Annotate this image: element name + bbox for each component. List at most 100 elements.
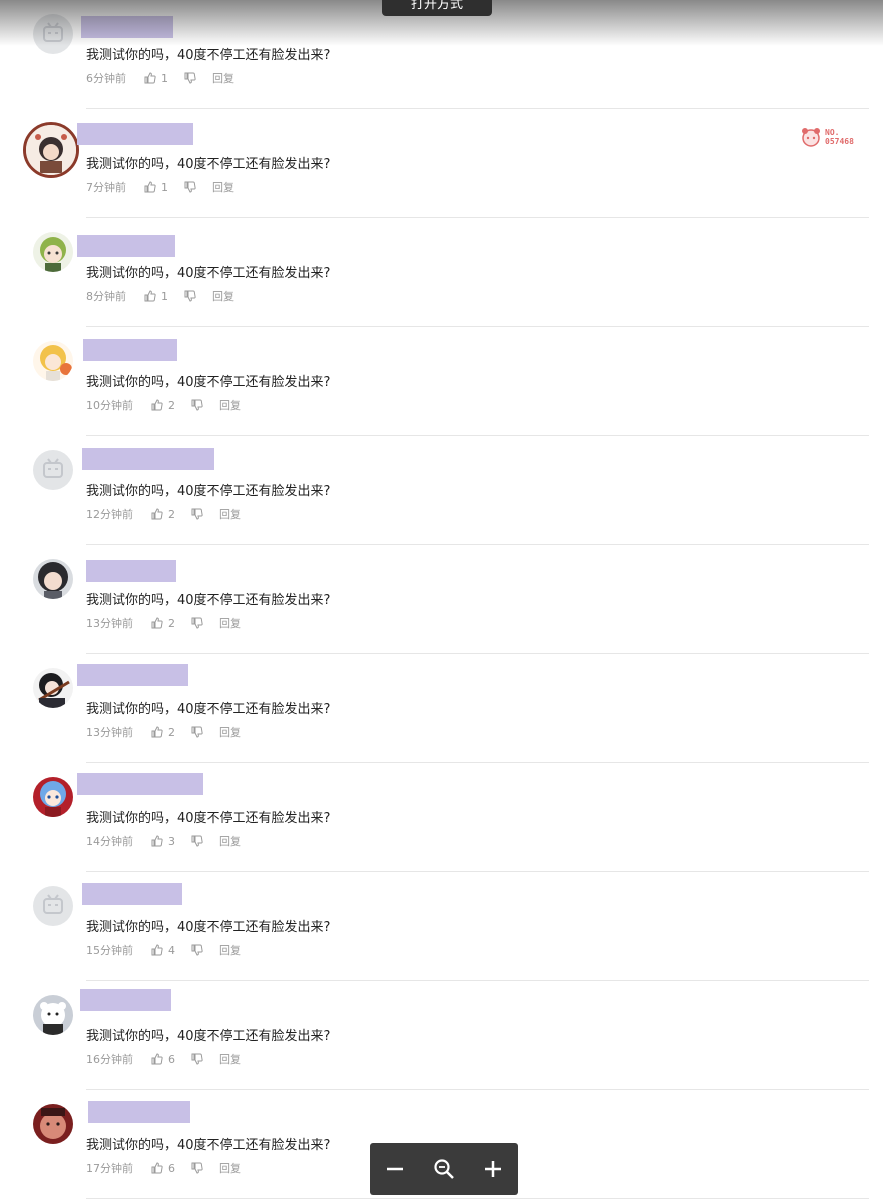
avatar[interactable] <box>23 122 79 178</box>
avatar[interactable] <box>33 232 73 272</box>
snow-bear-avatar-icon <box>33 995 73 1035</box>
plus-icon <box>485 1161 502 1177</box>
comment-time: 12分钟前 <box>86 508 133 521</box>
comment-time: 14分钟前 <box>86 835 133 848</box>
comment-text: 我测试你的吗，40度不停工还有脸发出来? <box>86 920 331 935</box>
reply-button[interactable]: 回复 <box>219 1160 241 1176</box>
dislike-button[interactable] <box>191 835 203 847</box>
dislike-button[interactable] <box>191 508 203 520</box>
username-redacted[interactable] <box>88 1101 190 1123</box>
reply-button[interactable]: 回复 <box>219 942 241 958</box>
thumbs-down-icon <box>184 290 196 302</box>
thumbs-up-icon <box>144 290 156 302</box>
comment-time: 13分钟前 <box>86 617 133 630</box>
thumbs-up-icon <box>144 72 156 84</box>
fan-badge-icon <box>802 128 820 147</box>
comment-time: 7分钟前 <box>86 181 126 194</box>
thumbs-down-icon <box>191 835 203 847</box>
comment-time: 10分钟前 <box>86 399 133 412</box>
dislike-button[interactable] <box>184 72 196 84</box>
comment-text: 我测试你的吗，40度不停工还有脸发出来? <box>86 375 331 390</box>
username-redacted[interactable] <box>82 883 182 905</box>
dislike-button[interactable] <box>184 290 196 302</box>
like-button[interactable]: 2 <box>151 399 175 412</box>
comment-item: NO. 057468 我测试你的吗，40度不停工还有脸发出来? 7分钟前 1 回… <box>0 109 883 218</box>
open-with-button[interactable]: 打开方式 <box>382 0 492 16</box>
dislike-button[interactable] <box>191 944 203 956</box>
zoom-in-button[interactable] <box>475 1151 511 1187</box>
dislike-button[interactable] <box>184 181 196 193</box>
avatar[interactable] <box>33 777 73 817</box>
badge-number: 057468 <box>825 137 854 146</box>
avatar[interactable] <box>33 341 73 381</box>
framed-girl-avatar-icon <box>26 125 76 175</box>
thumbs-up-icon <box>151 1053 163 1065</box>
comment-item: 我测试你的吗，40度不停工还有脸发出来? 14分钟前 3 回复 <box>0 763 883 872</box>
username-redacted[interactable] <box>80 989 171 1011</box>
thumbs-down-icon <box>191 399 203 411</box>
like-button[interactable]: 1 <box>144 290 168 303</box>
like-count: 2 <box>168 398 175 412</box>
username-redacted[interactable] <box>86 560 176 582</box>
comment-meta: 6分钟前 1 回复 <box>86 70 234 86</box>
reply-button[interactable]: 回复 <box>219 833 241 849</box>
avatar[interactable] <box>33 668 73 708</box>
comment-item: 我测试你的吗，40度不停工还有脸发出来? 8分钟前 1 回复 <box>0 218 883 327</box>
username-redacted[interactable] <box>77 664 188 686</box>
comment-text: 我测试你的吗，40度不停工还有脸发出来? <box>86 1138 331 1153</box>
username-redacted[interactable] <box>83 339 177 361</box>
dislike-button[interactable] <box>191 1053 203 1065</box>
comment-meta: 10分钟前 2 回复 <box>86 397 241 413</box>
fan-badge: NO. 057468 <box>800 125 864 149</box>
avatar[interactable] <box>33 559 73 599</box>
thumbs-down-icon <box>191 726 203 738</box>
username-redacted[interactable] <box>77 123 193 145</box>
dislike-button[interactable] <box>191 617 203 629</box>
reply-button[interactable]: 回复 <box>212 70 234 86</box>
like-count: 1 <box>161 180 168 194</box>
like-button[interactable]: 6 <box>151 1162 175 1175</box>
like-button[interactable]: 6 <box>151 1053 175 1066</box>
reply-button[interactable]: 回复 <box>212 288 234 304</box>
avatar[interactable] <box>33 1104 73 1144</box>
username-redacted[interactable] <box>77 235 175 257</box>
thumbs-down-icon <box>191 1162 203 1174</box>
thumbs-down-icon <box>191 617 203 629</box>
like-button[interactable]: 4 <box>151 944 175 957</box>
comment-meta: 13分钟前 2 回复 <box>86 724 241 740</box>
like-button[interactable]: 3 <box>151 835 175 848</box>
default-tv-avatar-icon <box>33 450 73 490</box>
avatar[interactable] <box>33 995 73 1035</box>
like-button[interactable]: 1 <box>144 181 168 194</box>
avatar[interactable] <box>33 450 73 490</box>
comment-item: 我测试你的吗，40度不停工还有脸发出来? 13分钟前 2 回复 <box>0 654 883 763</box>
comment-text: 我测试你的吗，40度不停工还有脸发出来? <box>86 48 331 63</box>
green-hair-avatar-icon <box>33 232 73 272</box>
like-count: 1 <box>161 71 168 85</box>
avatar[interactable] <box>33 886 73 926</box>
like-button[interactable]: 2 <box>151 726 175 739</box>
blonde-girl-avatar-icon <box>33 341 73 381</box>
zoom-out-button[interactable] <box>377 1151 413 1187</box>
zoom-reset-button[interactable] <box>426 1151 462 1187</box>
red-face-avatar-icon <box>33 1104 73 1144</box>
thumbs-up-icon <box>151 726 163 738</box>
dislike-button[interactable] <box>191 726 203 738</box>
dislike-button[interactable] <box>191 399 203 411</box>
dislike-button[interactable] <box>191 1162 203 1174</box>
like-button[interactable]: 2 <box>151 508 175 521</box>
dark-hair-girl-avatar-icon <box>33 559 73 599</box>
reply-button[interactable]: 回复 <box>219 397 241 413</box>
reply-button[interactable]: 回复 <box>219 724 241 740</box>
reply-button[interactable]: 回复 <box>212 179 234 195</box>
reply-button[interactable]: 回复 <box>219 506 241 522</box>
username-redacted[interactable] <box>82 448 214 470</box>
reply-button[interactable]: 回复 <box>219 1051 241 1067</box>
thumbs-down-icon <box>191 508 203 520</box>
like-button[interactable]: 2 <box>151 617 175 630</box>
zoom-toolbar <box>370 1143 518 1195</box>
reply-button[interactable]: 回复 <box>219 615 241 631</box>
thumbs-up-icon <box>151 835 163 847</box>
username-redacted[interactable] <box>77 773 203 795</box>
like-button[interactable]: 1 <box>144 72 168 85</box>
